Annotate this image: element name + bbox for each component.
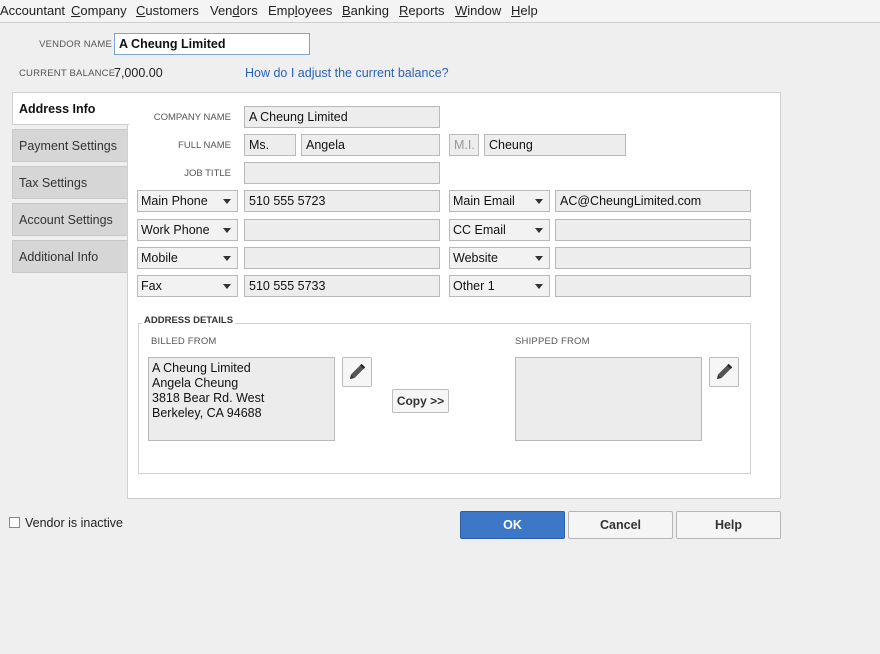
menu-help[interactable]: Help bbox=[511, 3, 538, 18]
address-line: Berkeley, CA 94688 bbox=[152, 406, 262, 420]
tab-payment-settings[interactable]: Payment Settings bbox=[12, 129, 128, 162]
select-value: Main Email bbox=[453, 194, 515, 208]
address-line: Angela Cheung bbox=[152, 376, 239, 390]
chevron-down-icon bbox=[535, 256, 543, 261]
middle-initial-field[interactable]: M.I. bbox=[449, 134, 479, 156]
first-name-field[interactable]: Angela bbox=[301, 134, 440, 156]
chevron-down-icon bbox=[223, 228, 231, 233]
last-name-field[interactable]: Cheung bbox=[484, 134, 626, 156]
vendor-inactive-checkbox[interactable] bbox=[9, 517, 20, 528]
contact-field-3[interactable] bbox=[555, 247, 751, 269]
vendor-name-input[interactable]: A Cheung Limited bbox=[114, 33, 310, 55]
phone-type-select-3[interactable]: Mobile bbox=[137, 247, 238, 269]
edit-billed-address-button[interactable] bbox=[342, 357, 372, 387]
menu-accountant[interactable]: Accountant bbox=[0, 3, 65, 18]
contact-type-select-3[interactable]: Website bbox=[449, 247, 550, 269]
contact-field-4[interactable] bbox=[555, 275, 751, 297]
select-value: Work Phone bbox=[141, 223, 210, 237]
phone-type-select-2[interactable]: Work Phone bbox=[137, 219, 238, 241]
menu-company[interactable]: Company bbox=[71, 3, 127, 18]
contact-type-select-1[interactable]: Main Email bbox=[449, 190, 550, 212]
tab-account-settings[interactable]: Account Settings bbox=[12, 203, 128, 236]
select-value: Mobile bbox=[141, 251, 178, 265]
chevron-down-icon bbox=[223, 199, 231, 204]
pencil-icon bbox=[349, 363, 366, 380]
chevron-down-icon bbox=[223, 256, 231, 261]
select-value: Other 1 bbox=[453, 279, 495, 293]
phone-field-3[interactable] bbox=[244, 247, 440, 269]
copy-address-button[interactable]: Copy >> bbox=[392, 389, 449, 413]
billed-from-address[interactable]: A Cheung Limited Angela Cheung 3818 Bear… bbox=[148, 357, 335, 441]
shipped-from-address[interactable] bbox=[515, 357, 702, 441]
phone-field-1[interactable]: 510 555 5723 bbox=[244, 190, 440, 212]
phone-field-2[interactable] bbox=[244, 219, 440, 241]
tab-label: Additional Info bbox=[19, 250, 99, 264]
chevron-down-icon bbox=[535, 284, 543, 289]
tab-label: Account Settings bbox=[19, 213, 113, 227]
tab-label: Address Info bbox=[19, 102, 96, 116]
current-balance-value: 7,000.00 bbox=[114, 66, 163, 80]
menu-reports[interactable]: Reports bbox=[399, 3, 445, 18]
select-value: Main Phone bbox=[141, 194, 208, 208]
pencil-icon bbox=[716, 363, 733, 380]
tab-tax-settings[interactable]: Tax Settings bbox=[12, 166, 128, 199]
tab-additional-info[interactable]: Additional Info bbox=[12, 240, 128, 273]
address-line: A Cheung Limited bbox=[152, 361, 251, 375]
contact-type-select-2[interactable]: CC Email bbox=[449, 219, 550, 241]
select-value: CC Email bbox=[453, 223, 506, 237]
company-name-field[interactable]: A Cheung Limited bbox=[244, 106, 440, 128]
contact-type-select-4[interactable]: Other 1 bbox=[449, 275, 550, 297]
company-name-label: COMPANY NAME bbox=[153, 112, 231, 123]
chevron-down-icon bbox=[223, 284, 231, 289]
shipped-from-label: SHIPPED FROM bbox=[515, 336, 590, 347]
vendor-name-label: VENDOR NAME bbox=[39, 39, 112, 50]
adjust-balance-link[interactable]: How do I adjust the current balance? bbox=[245, 66, 449, 80]
tab-address-info[interactable]: Address Info bbox=[12, 92, 129, 125]
salutation-field[interactable]: Ms. bbox=[244, 134, 296, 156]
cancel-button[interactable]: Cancel bbox=[568, 511, 673, 539]
edit-shipped-address-button[interactable] bbox=[709, 357, 739, 387]
menu-employees[interactable]: Employees bbox=[268, 3, 332, 18]
contact-field-1[interactable]: AC@CheungLimited.com bbox=[555, 190, 751, 212]
full-name-label: FULL NAME bbox=[178, 140, 231, 151]
menu-vendors[interactable]: Vendors bbox=[210, 3, 258, 18]
vendor-inactive-label: Vendor is inactive bbox=[25, 516, 123, 530]
menu-window[interactable]: Window bbox=[455, 3, 501, 18]
select-value: Fax bbox=[141, 279, 162, 293]
billed-from-label: BILLED FROM bbox=[151, 336, 217, 347]
phone-type-select-4[interactable]: Fax bbox=[137, 275, 238, 297]
tab-label: Tax Settings bbox=[19, 176, 88, 190]
chevron-down-icon bbox=[535, 199, 543, 204]
menu-bar: Accountant Company Customers Vendors Emp… bbox=[0, 0, 880, 23]
address-line: 3818 Bear Rd. West bbox=[152, 391, 265, 405]
contact-field-2[interactable] bbox=[555, 219, 751, 241]
chevron-down-icon bbox=[535, 228, 543, 233]
menu-banking[interactable]: Banking bbox=[342, 3, 389, 18]
job-title-label: JOB TITLE bbox=[184, 168, 231, 179]
ok-button[interactable]: OK bbox=[460, 511, 565, 539]
address-details-title: ADDRESS DETAILS bbox=[142, 315, 236, 326]
phone-field-4[interactable]: 510 555 5733 bbox=[244, 275, 440, 297]
current-balance-label: CURRENT BALANCE bbox=[19, 68, 116, 79]
help-button[interactable]: Help bbox=[676, 511, 781, 539]
phone-type-select-1[interactable]: Main Phone bbox=[137, 190, 238, 212]
select-value: Website bbox=[453, 251, 498, 265]
menu-customers[interactable]: Customers bbox=[136, 3, 199, 18]
job-title-field[interactable] bbox=[244, 162, 440, 184]
tab-label: Payment Settings bbox=[19, 139, 117, 153]
